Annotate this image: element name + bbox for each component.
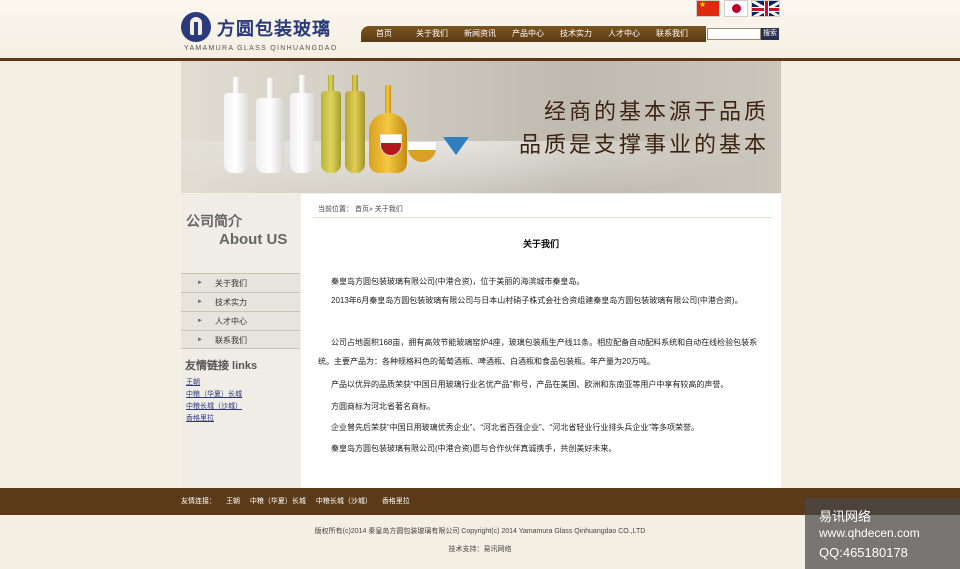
nav-careers[interactable]: 人才中心 — [601, 26, 647, 42]
sidebar-item-label: 联系我们 — [215, 336, 247, 345]
content-paragraph: 2013年6月秦皇岛方圆包装玻璃有限公司与日本山村硝子株式会社合资组建秦皇岛方圆… — [331, 296, 743, 305]
content-paragraph: 企业曾先后荣获“中国日用玻璃优秀企业”、“河北省百强企业”、“河北省轻业行业排头… — [331, 423, 699, 432]
japan-flag-icon[interactable] — [724, 0, 748, 17]
main-nav: 首页 关于我们 新闻资讯 产品中心 技术实力 人才中心 联系我们 — [361, 26, 706, 42]
brandy-glass-image — [407, 141, 437, 163]
sidebar-item-careers[interactable]: ► 人才中心 — [181, 311, 300, 330]
footer-links-label: 友情连接： — [181, 498, 216, 505]
sidebar-subtitle: About US — [219, 231, 288, 248]
arrow-right-icon: ► — [197, 337, 203, 343]
sidebar-item-technology[interactable]: ► 技术实力 — [181, 292, 300, 311]
nav-contact[interactable]: 联系我们 — [649, 26, 695, 42]
sidebar-item-about[interactable]: ► 关于我们 — [181, 273, 300, 292]
clear-bottle-image — [256, 78, 284, 173]
side-menu: ► 关于我们 ► 技术实力 ► 人才中心 ► 联系我们 — [181, 273, 300, 349]
logo-subtitle: YAMAMURA GLASS QINHUANGDAO — [184, 45, 338, 52]
friend-link[interactable]: 香格里拉 — [186, 413, 242, 425]
sidebar: 公司简介 About US ► 关于我们 ► 技术实力 ► 人才中心 ► 联系我们 友情… — [181, 194, 300, 488]
site-header: 方圆包装玻璃 YAMAMURA GLASS QINHUANGDAO 首页 关于我… — [0, 0, 960, 60]
breadcrumb: 当前位置： 首页» 关于我们 — [318, 206, 403, 213]
hero-banner: 经商的基本源于品质 品质是支撑事业的基本 — [181, 61, 781, 193]
china-flag-icon[interactable] — [696, 0, 720, 17]
logo-icon — [181, 12, 211, 42]
olive-bottle-image — [321, 75, 341, 173]
clear-bottle-image — [290, 75, 314, 173]
search-button[interactable]: 搜索 — [761, 28, 779, 40]
content-paragraph: 秦皇岛方圆包装玻璃有限公司(中港合资)愿与合作伙伴真诚携手，共创美好未来。 — [331, 444, 617, 453]
nav-about[interactable]: 关于我们 — [409, 26, 455, 42]
main-content: 当前位置： 首页» 关于我们 关于我们 秦皇岛方圆包装玻璃有限公司(中港合资)，… — [301, 194, 781, 488]
friend-link[interactable]: 王朝 — [186, 377, 242, 389]
nav-products[interactable]: 产品中心 — [505, 26, 551, 42]
watermark-name: 易讯网络 — [819, 509, 872, 524]
nav-technology[interactable]: 技术实力 — [553, 26, 599, 42]
friend-link[interactable]: 中粮（华夏）长城 — [186, 389, 242, 401]
content-paragraph: 方圆商标为河北省著名商标。 — [331, 402, 435, 411]
watermark-overlay: 易讯网络 www.qhdecen.com QQ:465180178 — [805, 498, 960, 569]
friend-link[interactable]: 中粮长城（沙城） — [186, 401, 242, 413]
footer-link[interactable]: 香格里拉 — [382, 498, 410, 505]
sidebar-item-contact[interactable]: ► 联系我们 — [181, 330, 300, 349]
friend-links: 王朝 中粮（华夏）长城 中粮长城（沙城） 香格里拉 — [186, 377, 242, 425]
olive-bottle-image — [345, 75, 365, 173]
arrow-right-icon: ► — [197, 280, 203, 286]
search-input[interactable] — [707, 28, 761, 40]
content-paragraph: 产品以优异的品质荣获“中国日用玻璃行业名优产品”称号，产品在美国、欧洲和东南亚等… — [331, 380, 729, 389]
banner-slogan-2: 品质是支撑事业的基本 — [518, 133, 769, 158]
breadcrumb-divider — [313, 217, 771, 218]
content-paragraph: 公司占地面积168亩，拥有高效节能玻璃窑炉4座，玻璃包装瓶生产线11条。相应配备… — [318, 338, 758, 366]
footer-link[interactable]: 王朝 — [226, 498, 240, 505]
watermark-qq: QQ:465180178 — [819, 545, 908, 560]
sidebar-item-label: 技术实力 — [215, 298, 247, 307]
footer-links: 友情连接： 王朝 中粮（华夏）长城 中粮长城（沙城） 香格里拉 — [181, 488, 418, 515]
sidebar-item-label: 人才中心 — [215, 317, 247, 326]
banner-slogan-1: 经商的基本源于品质 — [543, 100, 769, 125]
sidebar-title: 公司简介 — [186, 213, 242, 229]
watermark-url: www.qhdecen.com — [819, 526, 920, 540]
page-title: 关于我们 — [522, 239, 559, 249]
nav-home[interactable]: 首页 — [365, 26, 403, 42]
sidebar-item-label: 关于我们 — [215, 279, 247, 288]
footer-link[interactable]: 中粮（华夏）长城 — [250, 498, 306, 505]
logo-title: 方圆包装玻璃 — [217, 19, 331, 39]
arrow-right-icon: ► — [197, 299, 203, 305]
footer-link[interactable]: 中粮长城（沙城） — [316, 498, 372, 505]
friend-links-title: 友情链接 links — [185, 360, 258, 372]
nav-news[interactable]: 新闻资讯 — [457, 26, 503, 42]
cocktail-glass-image — [443, 137, 469, 155]
uk-flag-icon[interactable] — [751, 0, 780, 17]
clear-bottle-image — [224, 77, 248, 173]
wine-glass-image — [380, 134, 402, 156]
arrow-right-icon: ► — [197, 318, 203, 324]
content-paragraph: 秦皇岛方圆包装玻璃有限公司(中港合资)，位于美丽的海滨城市秦皇岛。 — [331, 277, 585, 286]
site-logo[interactable]: 方圆包装玻璃 YAMAMURA GLASS QINHUANGDAO — [181, 12, 336, 54]
